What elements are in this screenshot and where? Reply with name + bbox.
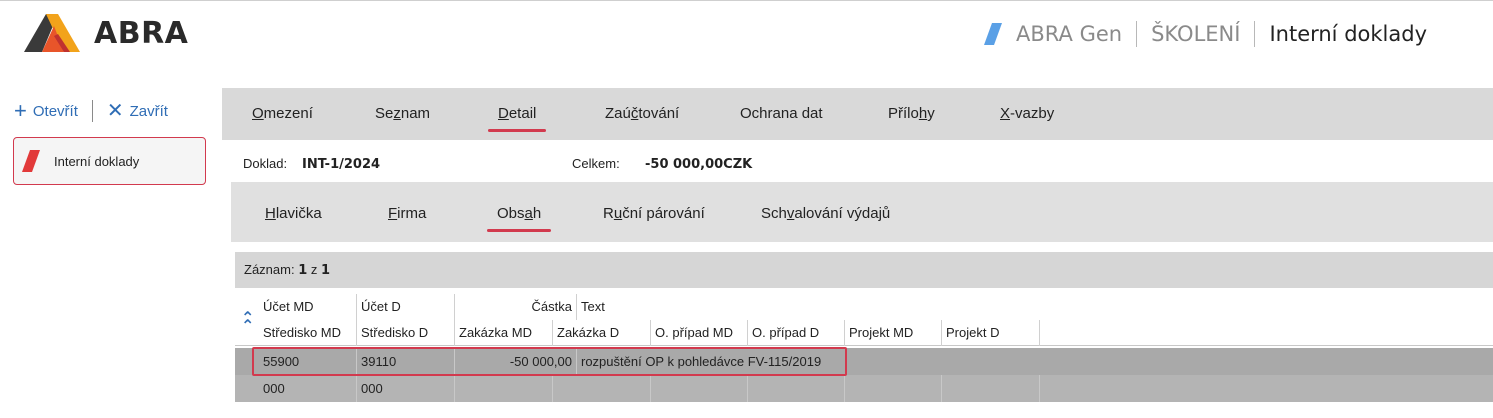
abra-logo: ABRA xyxy=(24,13,188,53)
main-panel: Omezení Seznam Detail Zaúčtování Ochrana… xyxy=(216,64,1493,418)
record-label: Záznam: xyxy=(244,262,295,277)
main-tabs: Omezení Seznam Detail Zaúčtování Ochrana… xyxy=(222,88,1493,140)
cell-text[interactable]: rozpuštění OP k pohledávce FV-115/2019 xyxy=(577,348,847,375)
col-castka[interactable]: Částka xyxy=(455,294,577,320)
col-zakazka-md[interactable]: Zakázka MD xyxy=(455,320,553,346)
sub-tabs: Hlavička Firma Obsah Ruční párování Schv… xyxy=(231,182,1493,242)
header-divider xyxy=(1136,21,1138,47)
grid-header-row-2: Středisko MD Středisko D Zakázka MD Zaká… xyxy=(235,320,1493,346)
left-panel: + Otevřít ✕ Zavřít Interní doklady xyxy=(0,64,216,418)
col-o-pripad-md[interactable]: O. případ MD xyxy=(651,320,748,346)
col-o-pripad-d[interactable]: O. případ D xyxy=(748,320,845,346)
cell-o-pripad-md[interactable] xyxy=(651,375,748,402)
tab-prilohy[interactable]: Přílohy xyxy=(888,88,935,140)
tab-seznam[interactable]: Seznam xyxy=(375,88,430,140)
cell-zakazka-md[interactable] xyxy=(455,375,553,402)
tab-hlavicka[interactable]: Hlavička xyxy=(265,182,322,242)
cell-ucet-md[interactable]: 55900 xyxy=(259,348,357,375)
open-button[interactable]: + Otevřít xyxy=(14,100,78,122)
doklad-label: Doklad: xyxy=(243,156,288,171)
plus-icon: + xyxy=(14,98,27,123)
col-ucet-md[interactable]: Účet MD xyxy=(259,294,357,320)
col-zakazka-d[interactable]: Zakázka D xyxy=(553,320,651,346)
cell-zakazka-d[interactable] xyxy=(553,375,651,402)
record-bar: Záznam: 1 z 1 xyxy=(235,252,1493,288)
close-label: Zavřít xyxy=(129,102,168,120)
tab-schvalovani-vydaju[interactable]: Schvalování výdajů xyxy=(761,182,890,242)
cell-stredisko-d[interactable]: 000 xyxy=(357,375,455,402)
cell-stredisko-md[interactable]: 000 xyxy=(259,375,357,402)
header-breadcrumb: ABRA Gen ŠKOLENÍ Interní doklady xyxy=(984,19,1427,49)
grid-header-row-1: Účet MD Účet D Částka Text xyxy=(235,294,1493,320)
col-ucet-d[interactable]: Účet D xyxy=(357,294,455,320)
tab-x-vazby[interactable]: X-vazby xyxy=(1000,88,1054,140)
tab-firma[interactable]: Firma xyxy=(388,182,426,242)
app-name: ABRA Gen xyxy=(1016,22,1123,46)
tab-ochrana-dat[interactable]: Ochrana dat xyxy=(740,88,823,140)
module-title: Interní doklady xyxy=(1269,22,1427,46)
col-stredisko-d[interactable]: Středisko D xyxy=(357,320,455,346)
record-total: 1 xyxy=(321,263,331,278)
left-actions: + Otevřít ✕ Zavřít xyxy=(14,100,168,122)
col-projekt-md[interactable]: Projekt MD xyxy=(845,320,942,346)
close-icon: ✕ xyxy=(106,100,124,122)
record-of: z xyxy=(310,262,318,277)
abra-gen-mark-icon xyxy=(984,23,1003,45)
header-divider xyxy=(1254,21,1256,47)
open-document-label: Interní doklady xyxy=(54,153,140,169)
cell-ucet-d[interactable]: 39110 xyxy=(357,348,455,375)
tab-detail[interactable]: Detail xyxy=(487,88,547,140)
abra-logo-icon xyxy=(24,14,80,52)
action-divider xyxy=(91,100,93,122)
cell-castka[interactable]: -50 000,00 xyxy=(455,348,577,375)
doklad-value: INT-1/2024 xyxy=(302,157,381,172)
company-name: ŠKOLENÍ xyxy=(1151,22,1241,46)
close-button[interactable]: ✕ Zavřít xyxy=(107,101,168,121)
cell-projekt-d[interactable] xyxy=(942,375,1040,402)
logo-text: ABRA xyxy=(94,15,189,51)
cell-projekt-md[interactable] xyxy=(845,375,942,402)
tab-zauctovani[interactable]: Zaúčtování xyxy=(605,88,679,140)
table-row[interactable]: 55900 39110 -50 000,00 rozpuštění OP k p… xyxy=(235,348,1493,375)
col-stredisko-md[interactable]: Středisko MD xyxy=(259,320,357,346)
col-text[interactable]: Text xyxy=(577,294,1493,320)
tab-omezeni[interactable]: Omezení xyxy=(252,88,313,140)
content-grid: Záznam: 1 z 1 ⌃ ⌃ Účet MD Účet D Částka T… xyxy=(231,242,1493,418)
celkem-label: Celkem: xyxy=(572,156,620,171)
tab-obsah[interactable]: Obsah xyxy=(486,182,552,242)
celkem-value: -50 000,00CZK xyxy=(645,157,753,172)
app-header: ABRA ABRA Gen ŠKOLENÍ Interní doklady xyxy=(0,0,1493,64)
open-label: Otevřít xyxy=(32,102,78,120)
record-current: 1 xyxy=(298,263,308,278)
open-document-item[interactable]: Interní doklady xyxy=(13,137,206,185)
cell-o-pripad-d[interactable] xyxy=(748,375,845,402)
table-row[interactable]: 000 000 xyxy=(235,375,1493,402)
document-info-bar: Doklad: INT-1/2024 Celkem: -50 000,00CZK xyxy=(222,140,1493,182)
col-projekt-d[interactable]: Projekt D xyxy=(942,320,1040,346)
document-mark-icon xyxy=(22,150,40,172)
tab-rucni-parovani[interactable]: Ruční párování xyxy=(603,182,705,242)
